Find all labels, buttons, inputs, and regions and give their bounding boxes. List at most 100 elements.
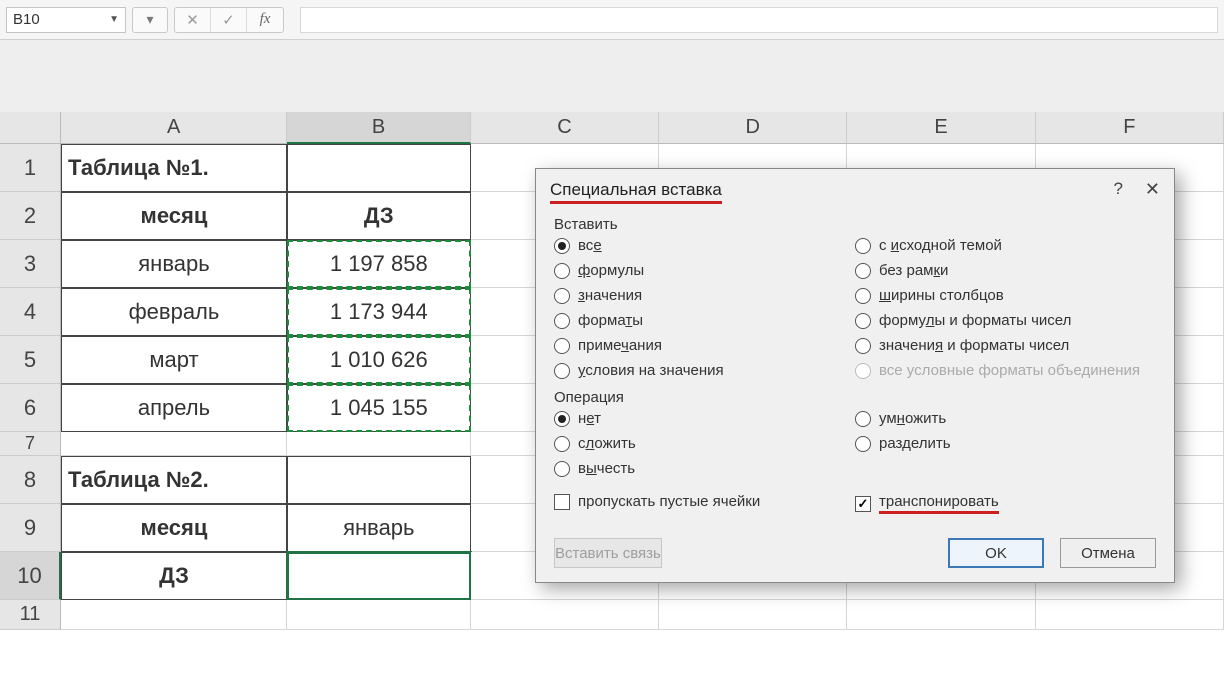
option-label: формулы [578,262,644,279]
skip-blanks-checkbox[interactable]: пропускать пустые ячейки [554,493,855,510]
row-header-5[interactable]: 5 [0,336,61,384]
column-header-B[interactable]: B [287,112,471,144]
name-box[interactable]: B10 ▼ [6,7,126,33]
option-label: вычесть [578,460,635,477]
fx-icon: fx [260,11,271,28]
radio-icon [554,461,570,477]
radio-icon [554,288,570,304]
radio-icon [554,436,570,452]
formula-bar: B10 ▼ ▾ ✕ ✓ fx [0,0,1224,40]
radio-icon [554,313,570,329]
help-button[interactable]: ? [1113,179,1122,200]
paste-link-button[interactable]: Вставить связь [554,538,662,568]
radio-icon [855,436,871,452]
check-icon: ✓ [222,11,235,29]
transpose-label: транспонировать [879,493,999,514]
row-header-11[interactable]: 11 [0,600,61,630]
cell-B9[interactable]: январь [287,504,471,552]
paste-option: все условные форматы объединения [855,362,1156,379]
paste-option[interactable]: значения и форматы чисел [855,337,1156,354]
cell-B11[interactable] [287,600,471,630]
cell-A5[interactable]: март [61,336,287,384]
paste-option[interactable]: ширины столбцов [855,287,1156,304]
cell-B2[interactable]: ДЗ [287,192,471,240]
row-header-7[interactable]: 7 [0,432,61,456]
paste-option[interactable]: форматы [554,312,855,329]
paste-option[interactable]: без рамки [855,262,1156,279]
row-header-10[interactable]: 10 [0,552,61,600]
cell-B3[interactable]: 1 197 858 [287,240,471,288]
column-header-A[interactable]: A [61,112,287,144]
expand-button[interactable]: ▾ [132,7,168,33]
fx-button[interactable]: fx [247,8,283,32]
cell-A7[interactable] [61,432,287,456]
option-label: с исходной темой [879,237,1002,254]
cell-E11[interactable] [847,600,1035,630]
paste-option[interactable]: с исходной темой [855,237,1156,254]
cell-C11[interactable] [471,600,659,630]
cell-A6[interactable]: апрель [61,384,287,432]
option-label: примечания [578,337,662,354]
formula-buttons: ✕ ✓ fx [174,7,284,33]
cell-A4[interactable]: февраль [61,288,287,336]
column-header-D[interactable]: D [659,112,847,144]
paste-option[interactable]: формулы [554,262,855,279]
close-button[interactable]: ✕ [1145,179,1160,200]
paste-option[interactable]: примечания [554,337,855,354]
column-header-C[interactable]: C [471,112,659,144]
cell-B7[interactable] [287,432,471,456]
paste-option[interactable]: формулы и форматы чисел [855,312,1156,329]
option-label: нет [578,410,601,427]
ok-button[interactable]: OK [948,538,1044,568]
radio-icon [554,238,570,254]
cell-D11[interactable] [659,600,847,630]
operation-option[interactable]: умножить [855,410,1156,427]
cell-A8[interactable]: Таблица №2. [61,456,287,504]
option-label: все условные форматы объединения [879,362,1140,379]
row-header-1[interactable]: 1 [0,144,61,192]
formula-input[interactable] [300,7,1218,33]
accept-formula-button[interactable]: ✓ [211,8,247,32]
cell-A1[interactable]: Таблица №1. [61,144,287,192]
cell-A3[interactable]: январь [61,240,287,288]
cell-A11[interactable] [61,600,287,630]
cell-F11[interactable] [1036,600,1224,630]
select-all-corner[interactable] [0,112,61,144]
row-header-2[interactable]: 2 [0,192,61,240]
cell-B8[interactable] [287,456,471,504]
transpose-checkbox[interactable]: транспонировать [855,493,1156,514]
row-header-8[interactable]: 8 [0,456,61,504]
cell-A9[interactable]: месяц [61,504,287,552]
operation-option[interactable]: нет [554,410,855,427]
cell-B10[interactable] [287,552,471,600]
row-header-9[interactable]: 9 [0,504,61,552]
cell-B4[interactable]: 1 173 944 [287,288,471,336]
ribbon-placeholder [0,40,1224,112]
dropdown-icon[interactable]: ▼ [109,14,119,25]
operation-option[interactable]: разделить [855,435,1156,452]
row-header-4[interactable]: 4 [0,288,61,336]
row-header-6[interactable]: 6 [0,384,61,432]
dialog-titlebar[interactable]: Специальная вставка ? ✕ [536,169,1174,204]
cell-A2[interactable]: месяц [61,192,287,240]
paste-option[interactable]: все [554,237,855,254]
operation-option[interactable]: сложить [554,435,855,452]
paste-option[interactable]: условия на значения [554,362,855,379]
option-label: разделить [879,435,951,452]
column-header-E[interactable]: E [847,112,1035,144]
operation-options: нет сложить вычесть умножить разделить [554,410,1156,477]
paste-option[interactable]: значения [554,287,855,304]
cancel-button[interactable]: Отмена [1060,538,1156,568]
radio-icon [554,338,570,354]
radio-icon [855,313,871,329]
cell-A10[interactable]: ДЗ [61,552,287,600]
cancel-formula-button[interactable]: ✕ [175,8,211,32]
column-header-F[interactable]: F [1036,112,1224,144]
row-header-3[interactable]: 3 [0,240,61,288]
cell-B1[interactable] [287,144,471,192]
option-label: формулы и форматы чисел [879,312,1071,329]
cell-B5[interactable]: 1 010 626 [287,336,471,384]
operation-option[interactable]: вычесть [554,460,855,477]
option-label: все [578,237,602,254]
cell-B6[interactable]: 1 045 155 [287,384,471,432]
